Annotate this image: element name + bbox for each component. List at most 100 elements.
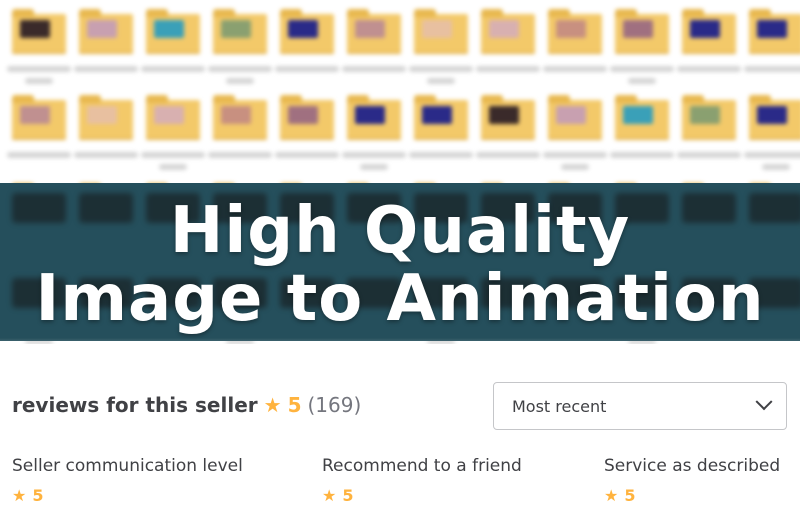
folder-icon xyxy=(682,9,736,54)
folder-thumbnail xyxy=(288,106,318,124)
folder-caption xyxy=(141,152,205,170)
metric-value: 5 xyxy=(624,486,636,505)
folder-caption xyxy=(275,66,339,72)
review-count: (169) xyxy=(307,393,362,417)
banner-title: High Quality Image to Animation xyxy=(0,197,800,333)
metric-label: Seller communication level xyxy=(12,456,243,476)
folder-thumbnail xyxy=(154,20,184,38)
folder-thumbnail xyxy=(422,106,452,124)
folder-icon xyxy=(146,95,200,140)
chevron-down-icon xyxy=(755,393,773,411)
folder-caption xyxy=(7,152,71,158)
folder-caption xyxy=(74,152,138,158)
folder-caption xyxy=(7,66,71,84)
folder-thumbnail xyxy=(355,20,385,38)
folder-thumbnail xyxy=(355,106,385,124)
folder-caption xyxy=(677,66,741,72)
folder-thumbnail xyxy=(757,106,787,124)
metric-label: Recommend to a friend xyxy=(322,456,522,476)
folder-thumbnail xyxy=(489,20,519,38)
folder-icon xyxy=(213,95,267,140)
folder-caption xyxy=(744,152,800,170)
folder-icon xyxy=(615,95,669,140)
folder-icon xyxy=(12,95,66,140)
folder-thumbnail xyxy=(422,20,452,38)
folder-caption xyxy=(208,152,272,158)
promo-banner: High Quality Image to Animation xyxy=(0,183,800,341)
folder-caption xyxy=(610,66,674,84)
folder-icon xyxy=(213,9,267,54)
folder-icon xyxy=(548,95,602,140)
banner-title-line2: Image to Animation xyxy=(35,262,765,336)
folder-icon xyxy=(414,9,468,54)
folder-row xyxy=(0,95,800,190)
star-icon: ★ xyxy=(322,486,337,505)
folder-caption xyxy=(744,66,800,72)
metric-value: 5 xyxy=(32,486,44,505)
folder-thumbnail xyxy=(757,20,787,38)
folder-caption xyxy=(543,152,607,170)
folder-thumbnail xyxy=(556,20,586,38)
folder-icon xyxy=(682,95,736,140)
metric-communication: Seller communication level ★ 5 xyxy=(12,456,243,505)
folder-icon xyxy=(146,9,200,54)
folder-caption xyxy=(677,152,741,158)
star-icon: ★ xyxy=(604,486,619,505)
folder-caption xyxy=(610,152,674,158)
folder-thumbnail xyxy=(154,106,184,124)
folder-icon xyxy=(12,9,66,54)
folder-thumbnail xyxy=(87,106,117,124)
folder-icon xyxy=(749,9,800,54)
folder-icon xyxy=(280,9,334,54)
sort-selected-value: Most recent xyxy=(512,396,607,416)
folder-thumbnail xyxy=(221,20,251,38)
folder-icon xyxy=(347,9,401,54)
folder-caption xyxy=(409,66,473,84)
folder-thumbnail xyxy=(221,106,251,124)
folder-thumbnail xyxy=(623,20,653,38)
folder-caption xyxy=(208,66,272,84)
sort-dropdown[interactable]: Most recent xyxy=(493,382,787,430)
metric-label: Service as described xyxy=(604,456,781,476)
folder-icon xyxy=(615,9,669,54)
folder-thumbnail xyxy=(623,106,653,124)
folder-icon xyxy=(414,95,468,140)
metric-service: Service as described ★ 5 xyxy=(604,456,780,505)
reviews-header: reviews for this seller ★ 5 (169) xyxy=(12,393,361,417)
folder-caption xyxy=(409,152,473,158)
folder-caption xyxy=(275,152,339,158)
reviews-heading: reviews for this seller xyxy=(12,393,258,417)
folder-caption xyxy=(476,66,540,72)
folder-thumbnail xyxy=(690,106,720,124)
metric-rating: ★ 5 xyxy=(12,486,243,505)
folder-icon xyxy=(79,9,133,54)
folder-icon xyxy=(481,95,535,140)
metric-rating: ★ 5 xyxy=(322,486,522,505)
folder-thumbnail xyxy=(20,20,50,38)
folder-caption xyxy=(141,66,205,72)
overall-rating: 5 xyxy=(287,393,302,417)
folder-thumbnail xyxy=(556,106,586,124)
folder-icon xyxy=(481,9,535,54)
folder-icon xyxy=(79,95,133,140)
banner-title-line1: High Quality xyxy=(169,194,631,268)
folder-caption xyxy=(543,66,607,72)
folder-row xyxy=(0,9,800,104)
metric-rating: ★ 5 xyxy=(604,486,780,505)
folder-icon xyxy=(749,95,800,140)
folder-icon xyxy=(347,95,401,140)
folder-caption xyxy=(342,152,406,170)
folder-thumbnail xyxy=(288,20,318,38)
folder-caption xyxy=(342,66,406,72)
folder-thumbnail xyxy=(690,20,720,38)
folder-icon xyxy=(548,9,602,54)
folder-thumbnail xyxy=(489,106,519,124)
reviews-panel: reviews for this seller ★ 5 (169) Most r… xyxy=(0,344,800,522)
folder-caption xyxy=(74,66,138,72)
metric-value: 5 xyxy=(342,486,354,505)
folder-thumbnail xyxy=(87,20,117,38)
folder-icon xyxy=(280,95,334,140)
star-icon: ★ xyxy=(12,486,27,505)
star-icon: ★ xyxy=(263,393,282,417)
folder-thumbnail xyxy=(20,106,50,124)
